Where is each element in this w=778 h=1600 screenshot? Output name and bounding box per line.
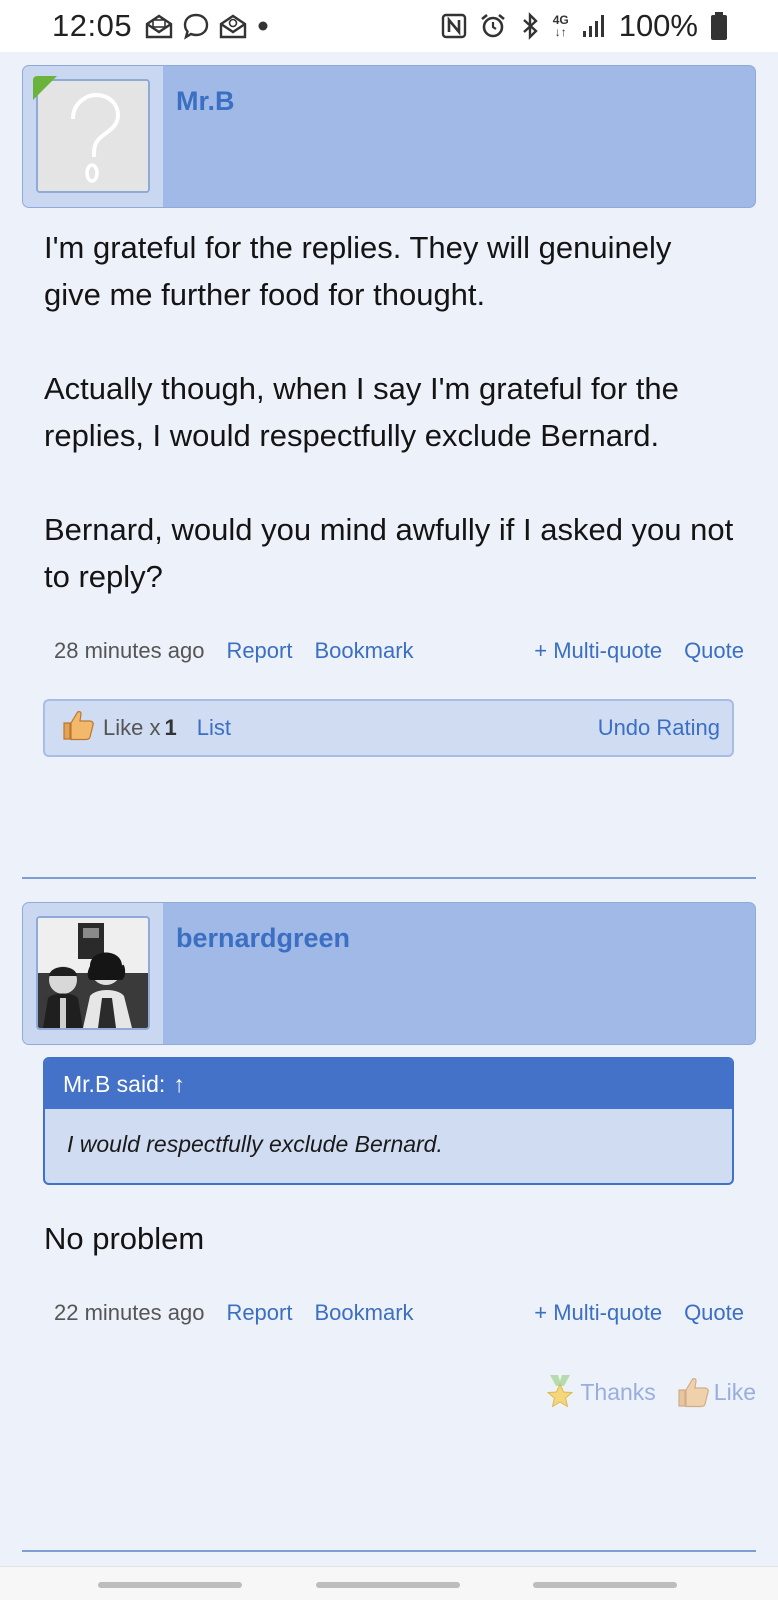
post-divider [22, 1550, 756, 1552]
reaction-buttons: Thanks Like [544, 1374, 756, 1410]
email-open-icon [218, 13, 248, 39]
battery-icon [710, 11, 728, 41]
email-open-icon [144, 13, 174, 39]
likes-summary: Like x 1 List Undo Rating [43, 699, 734, 757]
status-time: 12:05 [52, 8, 133, 43]
nfc-icon [441, 13, 467, 39]
post-header: bernardgreen [22, 902, 756, 1045]
status-bar: 12:05 4G ↓↑ 100% [0, 0, 778, 52]
thanks-button[interactable]: Thanks [544, 1374, 656, 1410]
post-body: No problem [22, 1215, 756, 1262]
nav-home-handle[interactable] [316, 1582, 460, 1588]
notification-icons [144, 12, 270, 40]
post-paragraph: I'm grateful for the replies. They will … [44, 230, 672, 312]
quote-link[interactable]: Quote [684, 638, 744, 664]
bookmark-link[interactable]: Bookmark [314, 638, 413, 664]
multi-quote-link[interactable]: + Multi-quote [534, 638, 662, 664]
post-timestamp: 22 minutes ago [54, 1300, 205, 1325]
system-nav-bar [0, 1566, 778, 1600]
thanks-label: Thanks [580, 1378, 656, 1405]
username-link[interactable]: bernardgreen [176, 923, 350, 954]
quote-header: Mr.B said: ↑ [45, 1059, 732, 1109]
battery-percent: 100% [618, 8, 698, 43]
post: Mr.B I'm grateful for the replies. They … [22, 65, 756, 757]
undo-rating-link[interactable]: Undo Rating [598, 715, 720, 741]
thumbs-up-icon [61, 709, 95, 747]
chat-bubble-icon [182, 12, 210, 40]
thumbs-up-icon [678, 1378, 709, 1408]
likes-list-link[interactable]: List [197, 715, 231, 741]
bluetooth-icon [519, 12, 541, 40]
avatar-container [23, 66, 163, 207]
signal-bars-icon [581, 13, 607, 39]
online-indicator [33, 76, 57, 100]
notification-dot-icon [256, 19, 270, 33]
star-medal-icon [547, 1375, 574, 1408]
photo-avatar-icon [38, 918, 148, 1028]
post-body: I'm grateful for the replies. They will … [22, 224, 756, 600]
username-link[interactable]: Mr.B [176, 86, 235, 117]
4g-data-icon: 4G ↓↑ [552, 13, 569, 39]
quote-author: Mr.B said: [63, 1070, 166, 1097]
nav-recents-handle[interactable] [533, 1582, 677, 1588]
alarm-icon [479, 12, 507, 40]
post-header: Mr.B [22, 65, 756, 208]
post-paragraph: Bernard, would you mind awfully if I ask… [44, 512, 734, 594]
like-button[interactable]: Like [676, 1376, 756, 1408]
jump-to-quote-arrow-icon[interactable]: ↑ [173, 1071, 185, 1098]
post-timestamp: 28 minutes ago [54, 638, 205, 663]
post-actions: 22 minutes ago Report Bookmark + Multi-q… [22, 1300, 756, 1326]
like-count: 1 [164, 715, 177, 740]
system-icons: 4G ↓↑ 100% [441, 8, 728, 44]
report-link[interactable]: Report [226, 1300, 292, 1326]
like-label: Like x [103, 715, 161, 740]
like-label: Like [713, 1378, 756, 1405]
post-paragraph: Actually though, when I say I'm grateful… [44, 371, 679, 453]
post-divider [22, 877, 756, 879]
avatar[interactable] [36, 916, 150, 1030]
multi-quote-link[interactable]: + Multi-quote [534, 1300, 662, 1326]
quote-block: Mr.B said: ↑ I would respectfully exclud… [43, 1057, 734, 1185]
bookmark-link[interactable]: Bookmark [314, 1300, 413, 1326]
post-actions: 28 minutes ago Report Bookmark + Multi-q… [22, 638, 756, 664]
quote-text: I would respectfully exclude Bernard. [67, 1131, 443, 1157]
post: bernardgreen Mr.B said: ↑ I would respec… [22, 902, 756, 1326]
post-paragraph: No problem [44, 1221, 205, 1256]
quote-link[interactable]: Quote [684, 1300, 744, 1326]
avatar-container [23, 903, 163, 1044]
nav-back-handle[interactable] [98, 1582, 242, 1588]
report-link[interactable]: Report [226, 638, 292, 664]
